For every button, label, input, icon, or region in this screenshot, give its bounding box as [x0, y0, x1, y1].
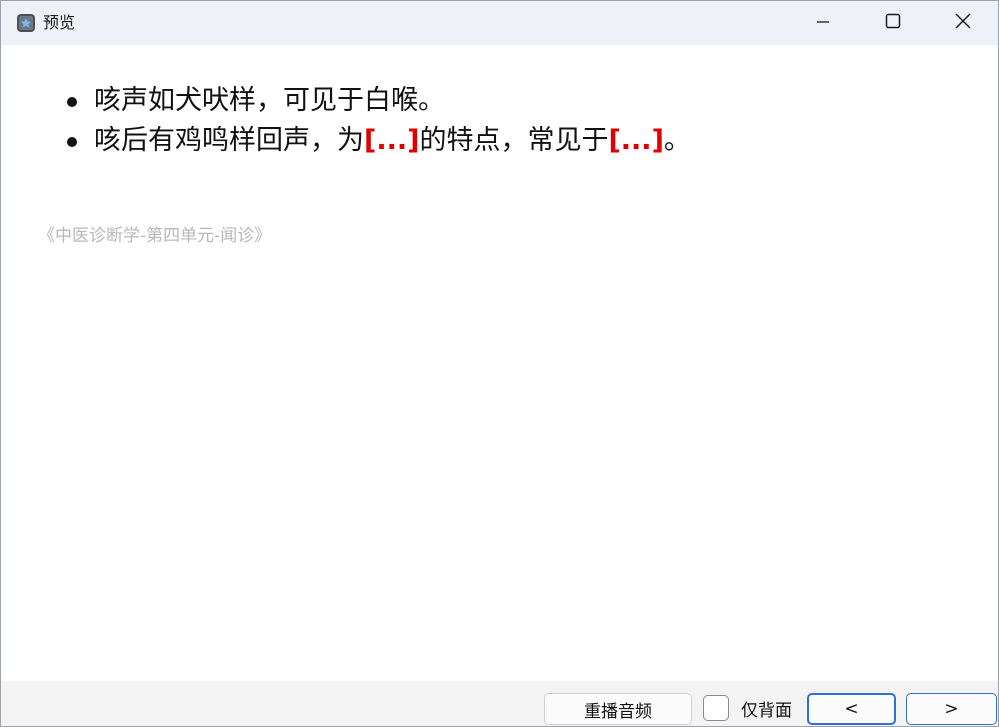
minimize-icon	[816, 14, 830, 33]
source-note: 《中医诊断学-第四单元-闻诊》	[38, 226, 272, 246]
next-button[interactable]: >	[906, 693, 997, 725]
card-text: 咳后有鸡鸣样回声，为	[94, 125, 364, 156]
replay-audio-button[interactable]: 重播音频	[544, 693, 692, 725]
card-text: 。	[663, 125, 691, 156]
app-icon	[16, 13, 36, 33]
card-line: 咳后有鸡鸣样回声，为[...]的特点，常见于[...]。	[64, 121, 691, 161]
card-text: 咳声如犬吠样，可见于白喉。	[94, 85, 445, 116]
minimize-button[interactable]	[788, 1, 858, 45]
back-only-checkbox[interactable]	[703, 695, 729, 721]
bottom-toolbar: 重播音频 仅背面 < >	[1, 681, 998, 726]
close-button[interactable]	[928, 1, 998, 45]
bullet-icon	[67, 97, 77, 107]
card-content-list: 咳声如犬吠样，可见于白喉。 咳后有鸡鸣样回声，为[...]的特点，常见于[...…	[64, 81, 691, 161]
previous-button[interactable]: <	[807, 693, 896, 725]
bullet-icon	[67, 137, 77, 147]
window-title: 预览	[43, 13, 76, 32]
maximize-button[interactable]	[858, 1, 928, 45]
title-bar[interactable]: 预览	[1, 1, 998, 45]
preview-window: 预览 咳声如犬吠样，可见于白喉。 咳后有鸡鸣样回声，为[...]的特点，常见于[…	[0, 0, 999, 727]
card-line: 咳声如犬吠样，可见于白喉。	[64, 81, 691, 121]
cloze-blank: [...]	[364, 125, 420, 156]
back-only-label: 仅背面	[741, 701, 792, 721]
card-text: 的特点，常见于	[419, 125, 609, 156]
cloze-blank: [...]	[608, 125, 664, 156]
close-icon	[955, 13, 971, 33]
maximize-icon	[885, 13, 901, 33]
card-preview-area: 咳声如犬吠样，可见于白喉。 咳后有鸡鸣样回声，为[...]的特点，常见于[...…	[1, 45, 998, 681]
